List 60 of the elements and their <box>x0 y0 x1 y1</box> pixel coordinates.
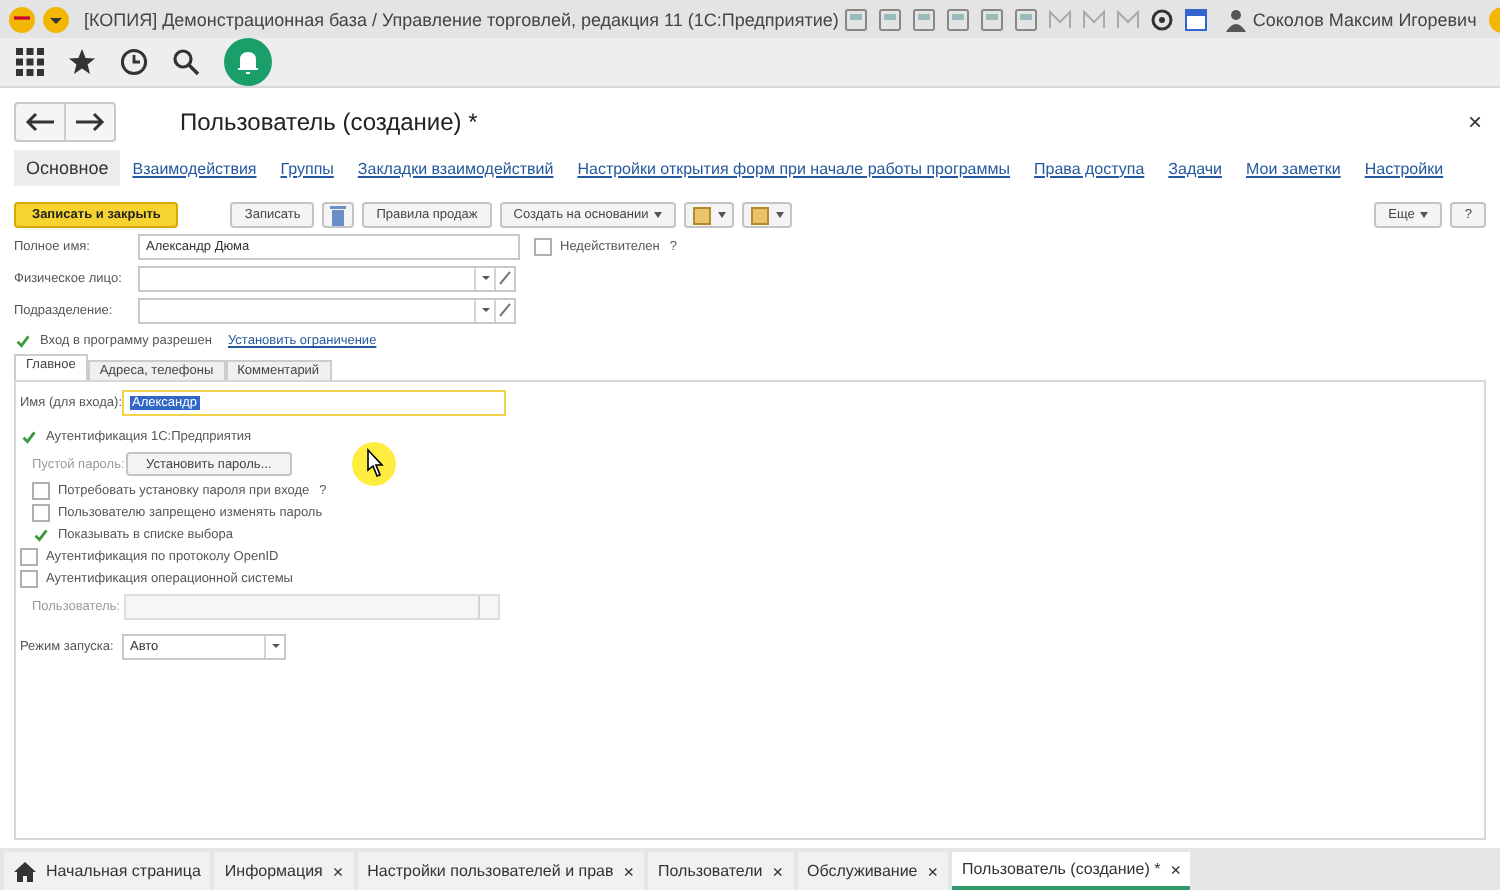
tab-close-button[interactable]: × <box>623 861 635 881</box>
panel-icon[interactable] <box>1184 7 1209 31</box>
history-icon[interactable] <box>120 48 148 76</box>
form-tab[interactable]: Настройки <box>1352 150 1456 186</box>
window-tab[interactable]: Информация × <box>214 852 354 890</box>
checkbox[interactable] <box>32 504 50 522</box>
checkbox[interactable] <box>20 428 38 446</box>
checkbox[interactable] <box>32 482 50 500</box>
lookup-field[interactable] <box>138 265 516 291</box>
report-menu-button[interactable] <box>684 202 735 228</box>
bell-icon[interactable] <box>224 38 272 86</box>
window-tab[interactable]: Пользователи × <box>648 852 793 890</box>
checkbox[interactable] <box>20 548 38 566</box>
dropdown-icon[interactable] <box>42 5 70 33</box>
tab-close-button[interactable]: × <box>1170 859 1181 879</box>
tab-label: Настройки пользователей и прав <box>367 862 614 880</box>
user-name[interactable]: Соколов Максим Игоревич <box>1252 9 1477 29</box>
window-tab[interactable]: Обслуживание × <box>797 852 949 890</box>
document-icon <box>692 205 713 225</box>
form-tab[interactable]: Взаимодействия <box>120 150 269 186</box>
checkbox[interactable] <box>534 237 552 255</box>
delete-button[interactable] <box>322 202 355 228</box>
cursor-highlight-icon <box>351 442 396 486</box>
app-logo-icon <box>8 5 36 33</box>
form-tab[interactable]: Задачи <box>1156 150 1235 186</box>
form-tab[interactable]: Настройки открытия форм при начале работы программы <box>565 150 1023 186</box>
user-icon <box>1226 7 1247 31</box>
forward-arrow-icon[interactable] <box>74 110 106 134</box>
form-tab[interactable]: Группы <box>268 150 346 186</box>
form-title: Пользователь (создание) * <box>180 108 480 136</box>
close-button[interactable]: × <box>1467 108 1482 136</box>
form-tab[interactable]: Права доступа <box>1022 150 1157 186</box>
back-arrow-icon[interactable] <box>24 110 56 134</box>
tab-label: Информация <box>224 862 323 880</box>
form-tab[interactable]: Закладки взаимодействий <box>345 150 566 186</box>
tab-label: Пользователи <box>658 862 763 880</box>
checkbox[interactable] <box>20 570 38 588</box>
trash-icon <box>330 205 347 225</box>
checkbox[interactable] <box>32 526 50 544</box>
window-tab[interactable]: Пользователь (создание) * × <box>952 852 1191 890</box>
report-menu-button[interactable] <box>742 202 793 228</box>
window-title: [КОПИЯ] Демонстрационная база / Управление торговлей, редакция 11 (1С:Предприятие) <box>84 9 839 29</box>
star-icon[interactable] <box>68 48 96 76</box>
tab-close-button[interactable]: × <box>332 861 344 881</box>
tab-close-button[interactable]: × <box>772 861 783 881</box>
menu-grid-icon[interactable] <box>16 48 44 76</box>
tab-label: Начальная страница <box>46 862 201 880</box>
window-tab[interactable]: Начальная страница <box>4 852 211 890</box>
search-icon[interactable] <box>172 48 200 76</box>
window-tab[interactable]: Настройки пользователей и прав × <box>357 852 645 890</box>
tab-close-button[interactable]: × <box>927 861 939 881</box>
document-icon <box>750 205 771 225</box>
memory-m-icon[interactable] <box>1048 7 1073 31</box>
tab-label: Пользователь (создание) * <box>962 860 1161 878</box>
tab-label: Обслуживание <box>807 862 918 880</box>
home-icon <box>14 861 36 881</box>
lookup-field[interactable] <box>138 297 516 323</box>
checkbox[interactable] <box>14 332 32 350</box>
form-tab[interactable]: Мои заметки <box>1234 150 1353 186</box>
form-tab[interactable]: Основное <box>14 150 121 186</box>
